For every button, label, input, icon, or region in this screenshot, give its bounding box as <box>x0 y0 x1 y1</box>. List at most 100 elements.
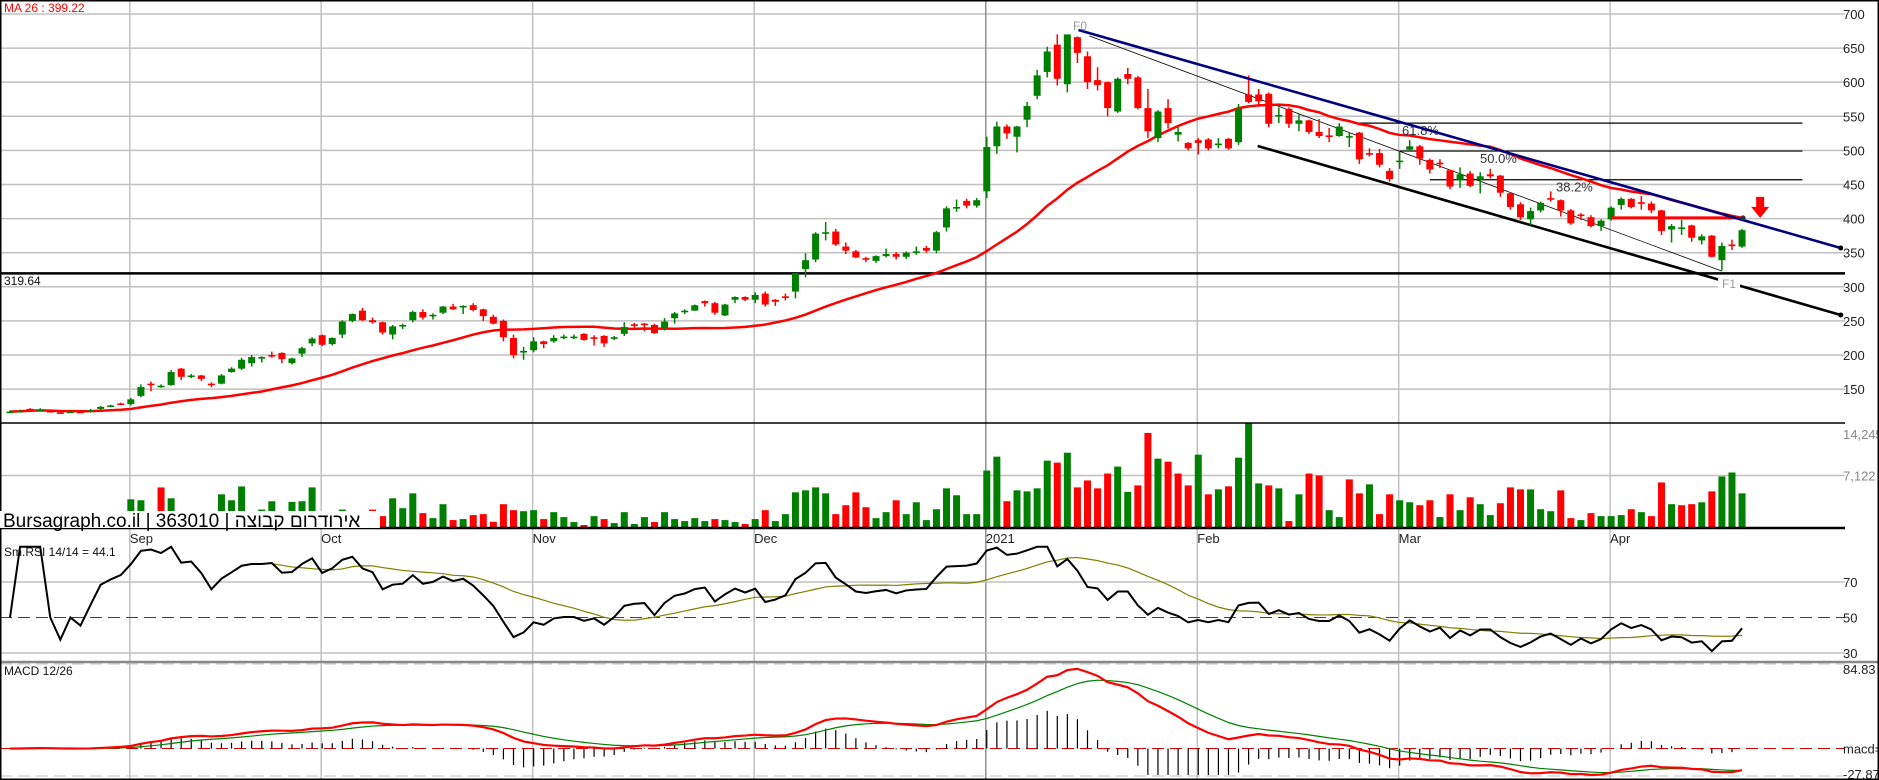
candle <box>1365 148 1373 157</box>
rsi-label: Sm.RSI 14/14 = 44.1 <box>4 545 116 559</box>
volume-bar <box>902 514 910 528</box>
candle-body <box>1224 138 1232 149</box>
price-tick-label: 500 <box>1843 143 1865 158</box>
month-label: Oct <box>321 531 342 546</box>
candle <box>1164 99 1172 129</box>
candle <box>1345 132 1353 147</box>
candle <box>87 408 95 413</box>
candle-body <box>862 258 870 260</box>
candle <box>1013 125 1021 153</box>
candle <box>580 333 588 341</box>
volume-bar <box>1255 483 1263 528</box>
candle-body <box>691 305 699 311</box>
candle <box>681 309 689 315</box>
candle <box>1073 36 1081 64</box>
candle-body <box>1325 135 1333 137</box>
candle-body <box>117 403 125 406</box>
candle-body <box>1396 160 1404 163</box>
volume-bar <box>1355 493 1363 528</box>
candle <box>953 199 961 212</box>
candle <box>429 313 437 320</box>
candle-body <box>197 375 205 379</box>
volume-bar <box>1094 488 1102 528</box>
volume-bar <box>1265 485 1273 528</box>
candle-body <box>97 406 105 409</box>
candle-body <box>1114 78 1122 112</box>
candle <box>1708 234 1716 258</box>
candle <box>288 357 296 365</box>
candle <box>318 334 326 347</box>
candle-body <box>1235 108 1243 143</box>
candle <box>1285 107 1293 128</box>
candle-body <box>1083 56 1091 83</box>
candle-body <box>1587 217 1595 227</box>
candle-body <box>1305 120 1313 132</box>
volume-bar <box>1275 488 1283 528</box>
candle <box>872 255 880 263</box>
candle-body <box>399 324 407 327</box>
candle-body <box>570 336 578 339</box>
candle <box>1134 76 1142 110</box>
candle-body <box>147 383 155 386</box>
candle-body <box>167 372 175 386</box>
rsi-panel <box>9 545 1743 653</box>
volume-bar <box>1436 517 1444 528</box>
candle <box>741 296 749 302</box>
volume-bar <box>691 518 699 528</box>
candle <box>1547 191 1555 202</box>
candle <box>278 352 286 364</box>
candle-body <box>1214 143 1222 146</box>
volume-bar <box>1587 513 1595 528</box>
candle-body <box>1617 198 1625 205</box>
candle-body <box>671 313 679 319</box>
candle-body <box>6 411 14 414</box>
candle-body <box>580 333 588 340</box>
candle-body <box>993 126 1001 147</box>
candle-body <box>781 296 789 298</box>
volume-bar <box>1345 479 1353 528</box>
candle <box>1355 131 1363 165</box>
volume-bar <box>520 511 528 528</box>
candle-body <box>620 327 628 334</box>
rsi-signal-line <box>271 556 1743 640</box>
volume-bar <box>1164 461 1172 528</box>
volume-bar <box>1023 491 1031 528</box>
candle-body <box>1063 34 1071 85</box>
candle <box>308 337 316 347</box>
volume-bar <box>781 514 789 528</box>
candle-body <box>469 305 477 310</box>
month-label: Apr <box>1610 531 1631 546</box>
candle <box>1496 174 1504 197</box>
candle-body <box>1023 106 1031 120</box>
volume-bar <box>1728 472 1736 528</box>
volume-bar <box>751 519 759 528</box>
month-label: Feb <box>1197 531 1219 546</box>
candle-body <box>1245 94 1253 102</box>
volume-bar <box>1486 515 1494 528</box>
stock-chart: 61.8%50.0%38.2% 700650600550500450400350… <box>0 0 1879 780</box>
candle-body <box>76 411 84 414</box>
candle <box>479 308 487 321</box>
candle-body <box>56 412 64 414</box>
candle-body <box>751 294 759 300</box>
candle-body <box>489 316 497 324</box>
candle-body <box>912 251 920 253</box>
candle-body <box>1013 126 1021 137</box>
volume-bar <box>510 510 517 528</box>
candle-body <box>600 335 608 344</box>
candle <box>238 357 246 371</box>
candle-body <box>922 247 930 251</box>
volume-bar <box>822 493 830 528</box>
candle-body <box>26 408 34 411</box>
volume-bar <box>832 514 840 528</box>
candle <box>862 256 870 263</box>
price-tick-label: 550 <box>1843 109 1865 124</box>
candle-body <box>1094 80 1102 85</box>
candle-body <box>1154 111 1162 139</box>
candle-body <box>127 399 135 405</box>
volume-bar <box>1013 490 1021 528</box>
fib-level-label: 38.2% <box>1556 180 1593 195</box>
candle <box>1325 127 1333 143</box>
volume-bar <box>1617 515 1625 528</box>
candle <box>791 273 799 299</box>
